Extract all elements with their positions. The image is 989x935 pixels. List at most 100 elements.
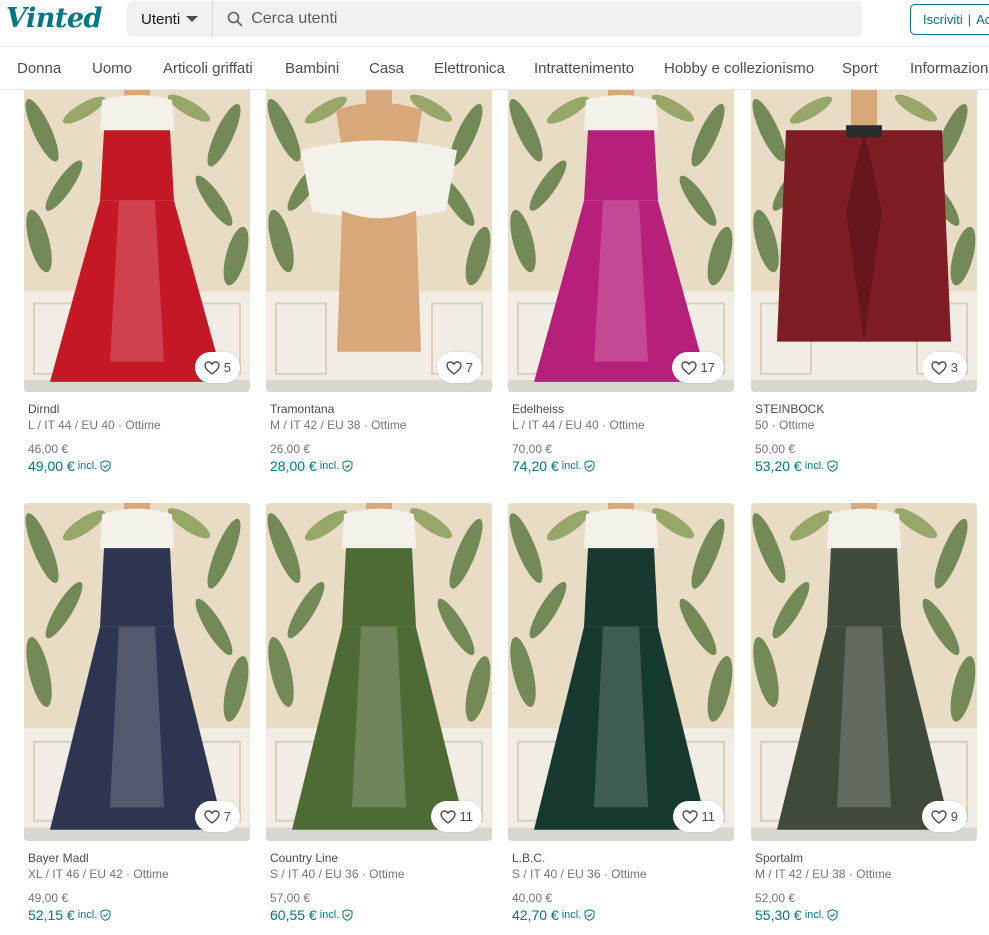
item-size-condition: 50 · Ottime	[755, 418, 815, 432]
item-total-price[interactable]: 53,20 € incl.	[755, 458, 838, 474]
nav-item-designer[interactable]: Articoli griffati	[163, 60, 253, 77]
vinted-logo[interactable]: Vinted	[6, 3, 102, 34]
favorite-count: 3	[950, 360, 958, 375]
favorite-button[interactable]: 17	[671, 352, 724, 383]
item-total-price[interactable]: 42,70 € incl.	[512, 907, 595, 923]
nav-item-hobby[interactable]: Hobby e collezionismo	[664, 60, 814, 77]
item-photo[interactable]: 11	[266, 503, 492, 841]
item-price: 52,00 €	[755, 891, 796, 905]
product-image	[266, 90, 492, 392]
favorite-count: 11	[701, 809, 716, 824]
heart-icon	[931, 360, 947, 375]
shield-icon	[584, 460, 595, 472]
shield-icon	[100, 460, 111, 472]
item-brand: Edelheiss	[512, 402, 565, 416]
favorite-button[interactable]: 3	[921, 352, 967, 383]
item-total-price[interactable]: 52,15 € incl.	[28, 907, 111, 923]
top-header: Vinted Utenti Iscriviti | Accedi	[0, 0, 989, 46]
item-brand: Tramontana	[270, 402, 335, 416]
search-bar: Utenti	[127, 1, 862, 37]
item-card[interactable]: 5 Dirndl L / IT 44 / EU 40 · Ottime 46,0…	[24, 90, 250, 474]
total-value: 42,70 €	[512, 907, 559, 923]
item-photo[interactable]: 11	[508, 503, 734, 841]
nav-item-donna[interactable]: Donna	[17, 60, 61, 77]
incl-label: incl.	[319, 460, 340, 472]
incl-label: incl.	[319, 909, 340, 921]
favorite-button[interactable]: 11	[430, 801, 482, 832]
shield-icon	[100, 909, 111, 921]
favorite-button[interactable]: 7	[436, 352, 482, 383]
shield-icon	[827, 460, 838, 472]
search-input[interactable]	[245, 1, 862, 37]
favorite-button[interactable]: 7	[194, 801, 240, 832]
favorite-button[interactable]: 9	[921, 801, 967, 832]
nav-item-bambini[interactable]: Bambini	[285, 60, 339, 77]
nav-item-informazioni[interactable]: Informazioni	[910, 60, 989, 77]
item-card[interactable]: 9 Sportalm M / IT 42 / EU 38 · Ottime 52…	[751, 503, 977, 923]
login-label[interactable]: Accedi	[976, 12, 989, 27]
item-total-price[interactable]: 28,00 € incl.	[270, 458, 353, 474]
item-size-condition: XL / IT 46 / EU 42 · Ottime	[28, 867, 169, 881]
favorite-button[interactable]: 11	[672, 801, 724, 832]
search-type-dropdown[interactable]: Utenti	[127, 1, 214, 37]
item-size-condition: M / IT 42 / EU 38 · Ottime	[755, 867, 892, 881]
item-price: 50,00 €	[755, 442, 796, 456]
favorite-count: 9	[950, 809, 958, 824]
favorite-count: 7	[465, 360, 473, 375]
item-card[interactable]: 11 L.B.C. S / IT 40 / EU 36 · Ottime 40,…	[508, 503, 734, 923]
signup-login-button[interactable]: Iscriviti | Accedi	[910, 4, 989, 35]
nav-item-sport[interactable]: Sport	[842, 60, 878, 77]
item-card[interactable]: 7 Bayer Madl XL / IT 46 / EU 42 · Ottime…	[24, 503, 250, 923]
item-photo[interactable]: 5	[24, 90, 250, 392]
shield-icon	[827, 909, 838, 921]
item-card[interactable]: 3 STEINBOCK 50 · Ottime 50,00 € 53,20 € …	[751, 90, 977, 474]
shield-icon	[342, 909, 353, 921]
item-brand: Bayer Madl	[28, 851, 89, 865]
favorite-count: 11	[459, 809, 474, 824]
product-image	[751, 503, 977, 841]
item-size-condition: L / IT 44 / EU 40 · Ottime	[512, 418, 645, 432]
incl-label: incl.	[77, 909, 98, 921]
item-photo[interactable]: 7	[24, 503, 250, 841]
product-image	[751, 90, 977, 392]
item-total-price[interactable]: 74,20 € incl.	[512, 458, 595, 474]
nav-item-uomo[interactable]: Uomo	[92, 60, 132, 77]
favorite-button[interactable]: 5	[194, 352, 240, 383]
total-value: 49,00 €	[28, 458, 75, 474]
item-brand: L.B.C.	[512, 851, 546, 865]
item-total-price[interactable]: 55,30 € incl.	[755, 907, 838, 923]
item-size-condition: S / IT 40 / EU 36 · Ottime	[270, 867, 405, 881]
product-image	[508, 503, 734, 841]
item-total-price[interactable]: 49,00 € incl.	[28, 458, 111, 474]
item-photo[interactable]: 17	[508, 90, 734, 392]
signup-label[interactable]: Iscriviti	[923, 12, 963, 27]
incl-label: incl.	[804, 460, 825, 472]
item-photo[interactable]: 7	[266, 90, 492, 392]
nav-item-intrattenimento[interactable]: Intrattenimento	[534, 60, 634, 77]
nav-item-casa[interactable]: Casa	[369, 60, 404, 77]
item-card[interactable]: 11 Country Line S / IT 40 / EU 36 · Otti…	[266, 503, 492, 923]
item-total-price[interactable]: 60,55 € incl.	[270, 907, 353, 923]
total-value: 52,15 €	[28, 907, 75, 923]
item-price: 57,00 €	[270, 891, 311, 905]
item-photo[interactable]: 3	[751, 90, 977, 392]
total-value: 74,20 €	[512, 458, 559, 474]
product-image	[266, 503, 492, 841]
item-brand: Sportalm	[755, 851, 804, 865]
item-card[interactable]: 7 Tramontana M / IT 42 / EU 38 · Ottime …	[266, 90, 492, 474]
item-price: 70,00 €	[512, 442, 553, 456]
category-nav: Donna Uomo Articoli griffati Bambini Cas…	[0, 46, 989, 90]
shield-icon	[584, 909, 595, 921]
item-photo[interactable]: 9	[751, 503, 977, 841]
total-value: 28,00 €	[270, 458, 317, 474]
favorite-count: 17	[700, 360, 715, 375]
heart-icon	[931, 809, 947, 824]
item-card[interactable]: 17 Edelheiss L / IT 44 / EU 40 · Ottime …	[508, 90, 734, 474]
item-price: 46,00 €	[28, 442, 69, 456]
favorite-count: 7	[223, 809, 231, 824]
total-value: 60,55 €	[270, 907, 317, 923]
item-brand: Dirndl	[28, 402, 60, 416]
nav-item-elettronica[interactable]: Elettronica	[434, 60, 505, 77]
total-value: 55,30 €	[755, 907, 802, 923]
heart-icon	[204, 809, 220, 824]
